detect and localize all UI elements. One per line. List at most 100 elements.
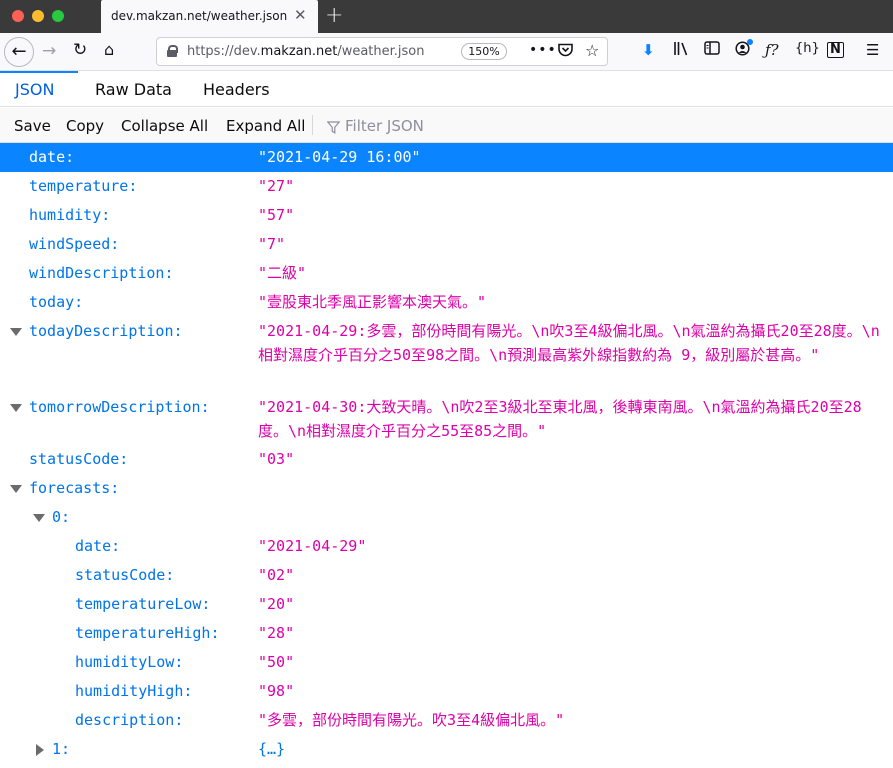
- json-key: temperatureHigh:: [75, 624, 220, 642]
- window-maximize-button[interactable]: [52, 10, 64, 22]
- json-key: statusCode:: [75, 566, 175, 584]
- json-value: "57": [258, 206, 295, 224]
- json-value: "壹股東北季風正影響本澳天氣。": [258, 293, 487, 311]
- json-row-winddescription[interactable]: windDescription: "二級": [0, 259, 893, 288]
- tab-headers[interactable]: Headers: [203, 80, 270, 99]
- save-button[interactable]: Save: [14, 117, 51, 135]
- json-key: windDescription:: [29, 264, 174, 282]
- headings-extension-icon[interactable]: {h}: [795, 41, 820, 56]
- new-tab-icon[interactable]: +: [325, 3, 343, 28]
- navigation-toolbar: ← → ↻ ⌂ https://dev.makzan.net/weather.j…: [0, 33, 893, 71]
- json-row-forecast-temperaturehigh[interactable]: temperatureHigh: "28": [0, 619, 893, 648]
- browser-tab[interactable]: dev.makzan.net/weather.json ✕: [101, 0, 318, 33]
- tab-close-icon[interactable]: ✕: [294, 6, 307, 24]
- json-row-todaydescription[interactable]: todayDescription: "2021-04-29:多雲，部份時間有陽光…: [0, 317, 893, 393]
- back-button-icon[interactable]: ←: [4, 37, 34, 67]
- notion-extension-icon[interactable]: N: [827, 42, 844, 58]
- json-row-temperature[interactable]: temperature: "27": [0, 172, 893, 201]
- json-key: statusCode:: [29, 450, 129, 468]
- account-notification-dot: [747, 39, 753, 45]
- account-icon[interactable]: [735, 39, 753, 60]
- json-key: temperatureLow:: [75, 595, 211, 613]
- json-tree: date: "2021-04-29 16:00" temperature: "2…: [0, 143, 893, 768]
- json-value: "02": [258, 566, 295, 584]
- json-row-forecast-0[interactable]: 0:: [0, 503, 893, 532]
- filter-json-input[interactable]: [345, 115, 545, 137]
- tab-json[interactable]: JSON: [15, 80, 54, 99]
- json-row-forecast-humiditylow[interactable]: humidityLow: "50": [0, 648, 893, 677]
- json-key: 0:: [52, 508, 71, 526]
- json-row-statuscode[interactable]: statusCode: "03": [0, 445, 893, 474]
- json-value: "2021-04-30:大致天晴。\n吹2至3級北至東北風，後轉東南風。\n氣溫…: [258, 398, 862, 440]
- collapse-toggle-icon[interactable]: [10, 485, 22, 493]
- json-key: 1:: [52, 740, 71, 758]
- json-value: "2021-04-29": [258, 537, 367, 555]
- json-row-forecast-date[interactable]: date: "2021-04-29": [0, 532, 893, 561]
- url-bar[interactable]: https://dev.makzan.net/weather.json 150%…: [156, 37, 608, 66]
- json-value: "多雲，部份時間有陽光。吹3至4級偏北風。": [258, 711, 565, 729]
- copy-button[interactable]: Copy: [66, 117, 104, 135]
- json-row-forecast-temperaturelow[interactable]: temperatureLow: "20": [0, 590, 893, 619]
- json-row-forecast-description[interactable]: description: "多雲，部份時間有陽光。吹3至4級偏北風。": [0, 706, 893, 735]
- json-value: "03": [258, 450, 295, 468]
- page-actions-icon[interactable]: •••: [529, 42, 557, 58]
- tab-raw-data[interactable]: Raw Data: [95, 80, 172, 99]
- json-row-humidity[interactable]: humidity: "57": [0, 201, 893, 230]
- lock-icon[interactable]: [167, 45, 178, 57]
- json-value: "2021-04-29:多雲，部份時間有陽光。\n吹3至4級偏北風。\n氣溫約為…: [258, 322, 880, 364]
- json-row-forecasts[interactable]: forecasts:: [0, 474, 893, 503]
- json-value: "50": [258, 653, 295, 671]
- tab-title: dev.makzan.net/weather.json: [111, 9, 288, 23]
- window-close-button[interactable]: [12, 10, 24, 22]
- json-row-today[interactable]: today: "壹股東北季風正影響本澳天氣。": [0, 288, 893, 317]
- json-value: "98": [258, 682, 295, 700]
- json-value: "7": [258, 235, 286, 253]
- json-row-forecast-humidityhigh[interactable]: humidityHigh: "98": [0, 677, 893, 706]
- active-tab-indicator: [0, 71, 78, 73]
- json-key: forecasts:: [29, 479, 120, 497]
- json-key: today:: [29, 293, 84, 311]
- json-key: humidityHigh:: [75, 682, 193, 700]
- zoom-level-badge[interactable]: 150%: [461, 43, 507, 60]
- forward-button-icon[interactable]: →: [42, 41, 56, 61]
- function-extension-icon[interactable]: ƒ?: [765, 41, 779, 59]
- json-value: "20": [258, 595, 295, 613]
- json-value: {…}: [258, 740, 286, 758]
- sidebar-icon[interactable]: [704, 41, 720, 59]
- download-icon[interactable]: ⬇: [642, 41, 655, 59]
- json-row-tomorrowdescription[interactable]: tomorrowDescription: "2021-04-30:大致天晴。\n…: [0, 393, 893, 445]
- toolbar-divider: [312, 115, 313, 135]
- json-row-forecast-1[interactable]: 1: {…}: [0, 735, 893, 764]
- json-key: temperature:: [29, 177, 138, 195]
- collapse-all-button[interactable]: Collapse All: [121, 117, 208, 135]
- collapse-toggle-icon[interactable]: [33, 514, 45, 522]
- collapse-toggle-icon[interactable]: [10, 404, 22, 412]
- url-text[interactable]: https://dev.makzan.net/weather.json: [187, 44, 425, 59]
- home-icon[interactable]: ⌂: [104, 40, 114, 59]
- collapse-toggle-icon[interactable]: [10, 328, 22, 336]
- json-row-forecast-statuscode[interactable]: statusCode: "02": [0, 561, 893, 590]
- expand-toggle-icon[interactable]: [36, 744, 44, 756]
- json-key: date:: [29, 148, 75, 166]
- json-value: "2021-04-29 16:00": [258, 148, 421, 166]
- json-actions-toolbar: Save Copy Collapse All Expand All: [0, 108, 893, 143]
- json-key: windSpeed:: [29, 235, 120, 253]
- json-key: date:: [75, 537, 121, 555]
- json-value: "27": [258, 177, 295, 195]
- json-value: "二級": [258, 264, 307, 282]
- json-key: tomorrowDescription:: [29, 398, 210, 416]
- json-key: humidity:: [29, 206, 111, 224]
- window-minimize-button[interactable]: [32, 10, 44, 22]
- filter-icon: [326, 119, 341, 134]
- pocket-icon[interactable]: [558, 43, 573, 61]
- json-key: todayDescription:: [29, 322, 183, 340]
- bookmark-star-icon[interactable]: ☆: [585, 41, 599, 60]
- hamburger-menu-icon[interactable]: ☰: [866, 41, 879, 59]
- json-viewer-tabs: JSON Raw Data Headers: [0, 71, 893, 107]
- json-row-date[interactable]: date: "2021-04-29 16:00": [0, 143, 893, 172]
- reload-icon[interactable]: ↻: [73, 40, 87, 60]
- json-row-windspeed[interactable]: windSpeed: "7": [0, 230, 893, 259]
- library-icon[interactable]: [673, 41, 689, 60]
- expand-all-button[interactable]: Expand All: [226, 117, 305, 135]
- window-titlebar: dev.makzan.net/weather.json ✕ +: [0, 0, 893, 33]
